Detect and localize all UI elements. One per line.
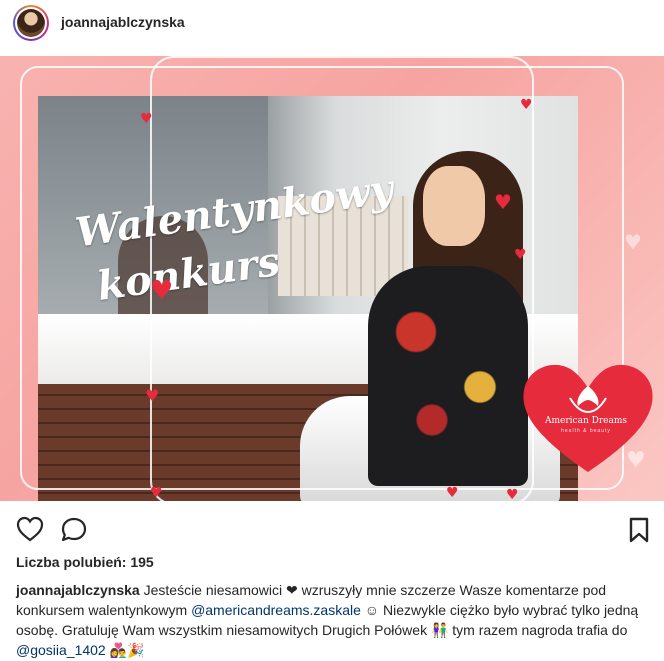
decorative-heart-icon: ♥ (624, 230, 642, 254)
heart-outline-icon[interactable] (16, 516, 44, 547)
caption-text: tym razem nagroda trafia do (448, 622, 628, 638)
avatar-ring-inner (15, 7, 47, 39)
bookmark-icon[interactable] (628, 516, 650, 549)
post-actions (0, 512, 664, 548)
decorative-heart-icon: ♥ (150, 485, 163, 501)
post-image[interactable]: Walentynkowy konkurs ♥ ♥ ♥ ♥ ♥ ♥ ♥ ♥ ♥ ♥… (0, 56, 664, 501)
heart-emoji: ❤ (286, 582, 298, 598)
post-header: joannajablczynska (0, 0, 664, 46)
decorative-heart-icon: ♥ (140, 111, 153, 127)
likes-count[interactable]: Liczba polubień: 195 (16, 554, 154, 570)
decorative-heart-icon: ♥ (520, 97, 533, 113)
post-username[interactable]: joannajablczynska (61, 14, 185, 30)
brand-logo-text: American Dreams (545, 416, 627, 426)
decorative-heart-icon: ♥ (446, 485, 459, 501)
caption-mention-gosiia[interactable]: @gosiia_1402 (16, 642, 106, 658)
caption-mention-americandreams[interactable]: @americandreams.zaskale (191, 602, 361, 618)
speech-bubble-icon[interactable] (60, 516, 88, 549)
decorative-heart-icon: ♥ (506, 487, 519, 501)
avatar[interactable] (13, 5, 49, 41)
decorative-heart-icon: ♥ (494, 190, 512, 214)
caption-username[interactable]: joannajablczynska (16, 582, 140, 598)
gift-emoji: 👩‍❤️‍👨🎉 (105, 642, 145, 658)
brand-logo-subtext: health & beauty (561, 428, 611, 434)
post-caption: joannajablczynska Jesteście niesamowici … (16, 580, 656, 660)
decorative-heart-icon: ♥ (514, 247, 527, 263)
decorative-heart-icon: ♥ (150, 276, 174, 306)
decorative-heart-icon: ♥ (145, 386, 160, 405)
avatar-image (17, 9, 45, 37)
couple-emoji: 👫 (430, 622, 449, 638)
smile-emoji: ☺ (360, 602, 380, 618)
caption-text: Jesteście niesamowici (139, 582, 286, 598)
